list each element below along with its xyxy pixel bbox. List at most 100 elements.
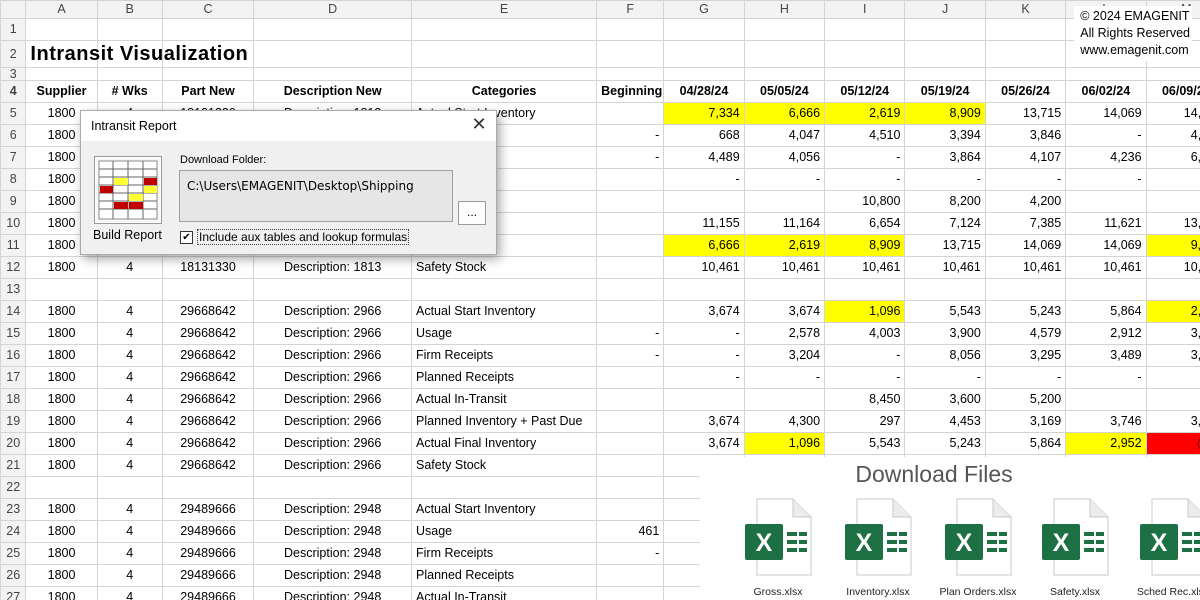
cell[interactable] — [596, 40, 665, 68]
select-all-corner[interactable] — [0, 0, 27, 19]
table-cell[interactable]: Description: 1813 — [253, 256, 412, 279]
table-cell[interactable]: 5,243 — [984, 300, 1067, 323]
table-cell[interactable]: Description: 2966 — [253, 454, 412, 477]
table-cell[interactable]: 6,666 — [743, 102, 826, 125]
cell[interactable] — [663, 40, 745, 68]
table-cell[interactable]: 1800 — [25, 520, 98, 543]
table-column-header[interactable]: 05/12/24 — [824, 80, 906, 103]
table-cell[interactable] — [410, 476, 598, 499]
table-column-header[interactable]: 06/02/24 — [1065, 80, 1147, 103]
table-column-header[interactable]: Description New — [253, 80, 412, 103]
table-cell[interactable]: 10,461 — [1065, 256, 1147, 279]
table-cell[interactable] — [596, 564, 665, 587]
table-cell[interactable]: 29668642 — [161, 410, 255, 433]
row-number[interactable]: 2 — [0, 40, 27, 68]
table-column-header[interactable]: Beginning — [596, 80, 665, 103]
table-cell[interactable]: 29668642 — [161, 322, 255, 345]
row-number[interactable]: 27 — [0, 586, 27, 600]
excel-file-item[interactable]: X Plan Orders.xlsx — [928, 498, 1028, 598]
table-cell[interactable] — [596, 234, 665, 257]
table-cell[interactable]: 5,543 — [904, 300, 986, 323]
row-number[interactable]: 9 — [0, 190, 27, 213]
table-cell[interactable]: 5,864 — [984, 432, 1067, 455]
table-cell[interactable]: Description: 2948 — [253, 564, 412, 587]
cell[interactable] — [161, 67, 255, 81]
table-cell[interactable]: 4 — [96, 520, 163, 543]
table-cell[interactable]: 4 — [96, 432, 163, 455]
table-cell[interactable]: 4,579 — [984, 322, 1067, 345]
table-cell[interactable] — [410, 278, 598, 301]
cell[interactable] — [824, 40, 906, 68]
table-cell[interactable]: 7,385 — [984, 212, 1067, 235]
table-cell[interactable]: 297 — [824, 410, 906, 433]
table-cell[interactable]: 2,619 — [743, 234, 826, 257]
cell[interactable] — [96, 18, 163, 41]
table-cell[interactable] — [904, 278, 986, 301]
table-cell[interactable] — [596, 190, 665, 213]
cell[interactable] — [904, 18, 986, 41]
table-cell[interactable]: 10,800 — [824, 190, 906, 213]
cell[interactable] — [1145, 67, 1200, 81]
row-number[interactable]: 23 — [0, 498, 27, 521]
table-cell[interactable] — [1065, 388, 1147, 411]
table-cell[interactable]: Firm Receipts — [410, 344, 598, 367]
table-cell[interactable]: 5,243 — [904, 432, 986, 455]
row-number[interactable]: 3 — [0, 67, 27, 81]
row-number[interactable]: 21 — [0, 454, 27, 477]
row-number[interactable]: 16 — [0, 344, 27, 367]
table-cell[interactable]: 4,489 — [663, 146, 745, 169]
table-cell[interactable]: 11,155 — [663, 212, 745, 235]
table-cell[interactable] — [161, 278, 255, 301]
table-cell[interactable]: 8,909 — [904, 102, 986, 125]
table-cell[interactable]: 4 — [96, 300, 163, 323]
cell[interactable] — [824, 18, 906, 41]
table-cell[interactable]: - — [904, 366, 986, 389]
table-column-header[interactable]: 05/19/24 — [904, 80, 986, 103]
table-cell[interactable]: Description: 2966 — [253, 366, 412, 389]
table-cell[interactable]: 1800 — [25, 432, 98, 455]
table-cell[interactable]: 6,666 — [663, 234, 745, 257]
table-cell[interactable]: 14,069 — [984, 234, 1067, 257]
table-cell[interactable]: 4,453 — [904, 410, 986, 433]
table-cell[interactable]: - — [663, 366, 745, 389]
table-cell[interactable]: 4,236 — [1065, 146, 1147, 169]
table-cell[interactable]: 1800 — [25, 454, 98, 477]
cell[interactable] — [25, 67, 98, 81]
table-cell[interactable]: Description: 2966 — [253, 432, 412, 455]
build-report-label[interactable]: Build Report — [93, 228, 162, 242]
table-cell[interactable]: Safety Stock — [410, 454, 598, 477]
table-cell[interactable]: Description: 2966 — [253, 388, 412, 411]
table-cell[interactable] — [743, 278, 826, 301]
excel-file-item[interactable]: X Inventory.xlsx — [828, 498, 928, 598]
download-folder-field[interactable]: C:\Users\EMAGENIT\Desktop\Shipping — [179, 170, 453, 222]
table-cell[interactable]: Description: 2948 — [253, 542, 412, 565]
table-cell[interactable] — [25, 278, 98, 301]
table-cell[interactable]: 3,236 — [1145, 322, 1200, 345]
table-cell[interactable] — [596, 278, 665, 301]
table-cell[interactable]: 18131330 — [161, 256, 255, 279]
table-cell[interactable]: - — [663, 344, 745, 367]
table-cell[interactable]: 4 — [96, 454, 163, 477]
table-cell[interactable]: 3,394 — [904, 124, 986, 147]
table-cell[interactable]: 3,846 — [984, 124, 1067, 147]
cell[interactable] — [253, 40, 412, 68]
row-number[interactable]: 4 — [0, 80, 27, 103]
table-column-header[interactable]: # Wks — [96, 80, 163, 103]
table-cell[interactable]: Description: 2966 — [253, 300, 412, 323]
table-cell[interactable]: (284 — [1145, 432, 1200, 455]
table-cell[interactable]: 11,621 — [1065, 212, 1147, 235]
table-cell[interactable]: - — [824, 146, 906, 169]
table-cell[interactable]: 2,619 — [824, 102, 906, 125]
table-cell[interactable]: 1800 — [25, 344, 98, 367]
table-cell[interactable]: - — [743, 168, 826, 191]
table-cell[interactable]: - — [1145, 168, 1200, 191]
table-cell[interactable]: 7,334 — [663, 102, 745, 125]
table-cell[interactable]: 1800 — [25, 366, 98, 389]
browse-folder-button[interactable]: ... — [458, 201, 486, 225]
table-cell[interactable]: 4 — [96, 498, 163, 521]
table-cell[interactable] — [824, 278, 906, 301]
table-cell[interactable]: 1,096 — [743, 432, 826, 455]
cell[interactable] — [410, 18, 598, 41]
column-header[interactable]: K — [984, 0, 1067, 19]
table-cell[interactable]: 3,852 — [1145, 410, 1200, 433]
